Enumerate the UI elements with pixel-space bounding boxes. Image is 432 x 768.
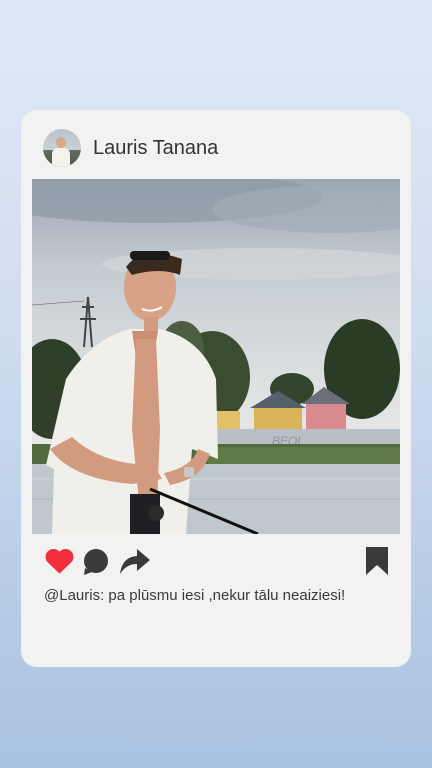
share-arrow-icon[interactable]: [119, 547, 151, 580]
post-header: Lauris Tanana: [43, 129, 218, 167]
avatar[interactable]: [43, 129, 81, 167]
post-caption: @Lauris: pa plūsmu iesi ,nekur tālu neai…: [44, 587, 346, 604]
post-card: Lauris Tanana BEOL @Lauris: pa plūsmu ie…: [21, 110, 411, 667]
bookmark-icon[interactable]: [365, 546, 389, 581]
heart-icon[interactable]: [44, 547, 75, 580]
comment-bubble-icon[interactable]: [82, 548, 110, 581]
post-photo: BEOL: [32, 179, 400, 534]
username[interactable]: Lauris Tanana: [93, 137, 218, 160]
post-actions: [44, 547, 389, 577]
